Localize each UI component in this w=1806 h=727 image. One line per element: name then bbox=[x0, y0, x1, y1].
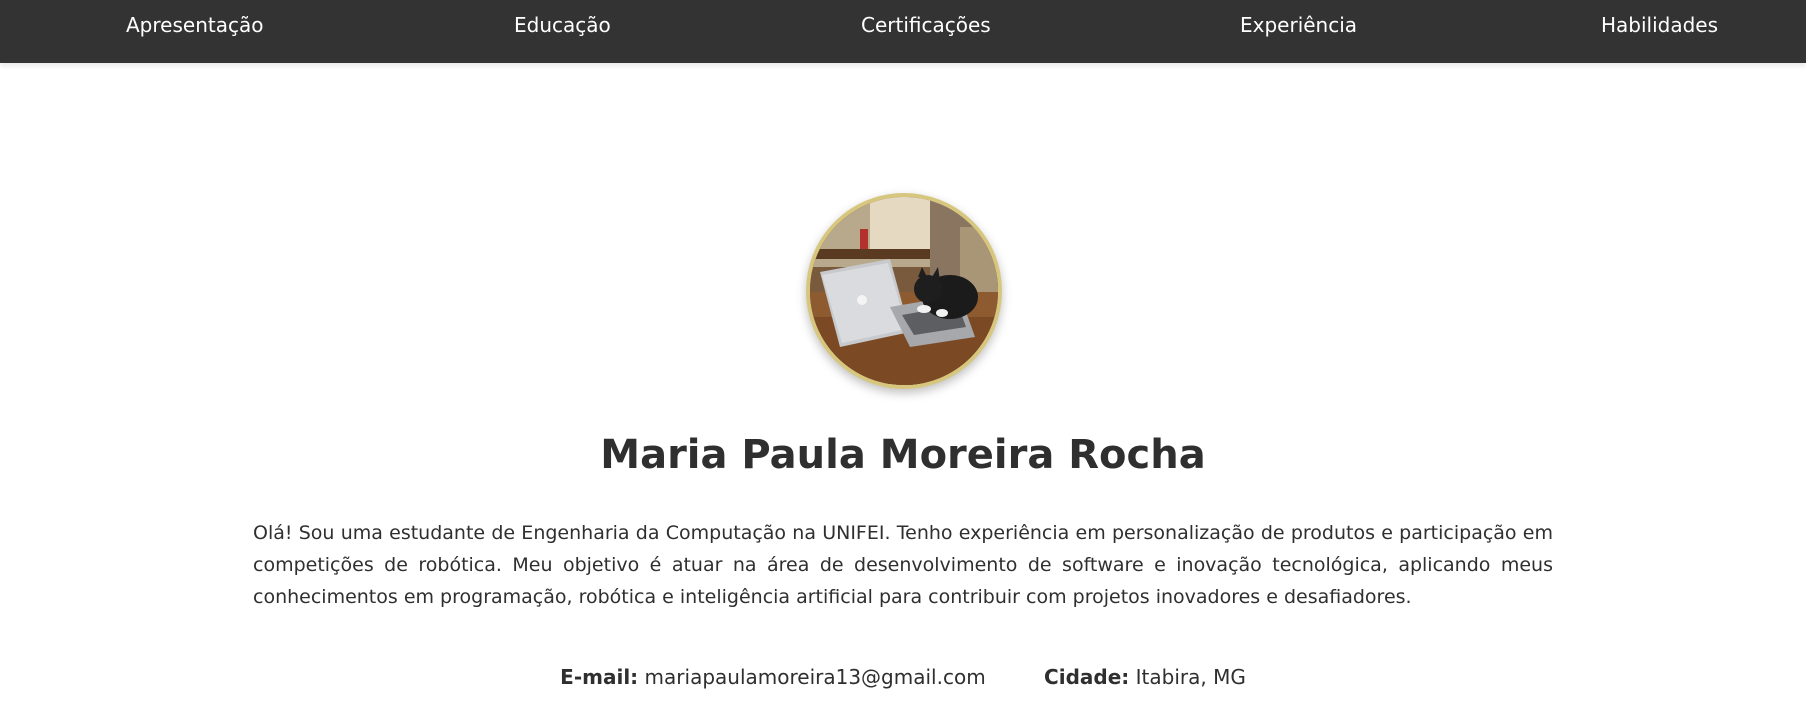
profile-bio: Olá! Sou uma estudante de Engenharia da … bbox=[253, 522, 1553, 608]
profile-name: Maria Paula Moreira Rocha bbox=[600, 432, 1206, 478]
contact-email: E-mail: mariapaulamoreira13@gmail.com bbox=[560, 665, 986, 689]
email-value: mariapaulamoreira13@gmail.com bbox=[644, 665, 986, 689]
contact-info: E-mail: mariapaulamoreira13@gmail.com Ci… bbox=[0, 665, 1806, 689]
nav-link-certificacoes[interactable]: Certificações bbox=[861, 13, 991, 37]
city-value: Itabira, MG bbox=[1135, 665, 1246, 689]
nav-link-apresentacao[interactable]: Apresentação bbox=[126, 13, 263, 37]
city-label: Cidade: bbox=[1044, 665, 1130, 689]
contact-city: Cidade: Itabira, MG bbox=[1044, 665, 1246, 689]
top-navbar: Apresentação Educação Certificações Expe… bbox=[0, 0, 1806, 63]
avatar-photo-illustration bbox=[810, 197, 998, 385]
nav-link-experiencia[interactable]: Experiência bbox=[1240, 13, 1357, 37]
profile-avatar bbox=[806, 193, 1002, 389]
nav-link-educacao[interactable]: Educação bbox=[514, 13, 611, 37]
email-label: E-mail: bbox=[560, 665, 639, 689]
nav-link-habilidades[interactable]: Habilidades bbox=[1601, 13, 1718, 37]
